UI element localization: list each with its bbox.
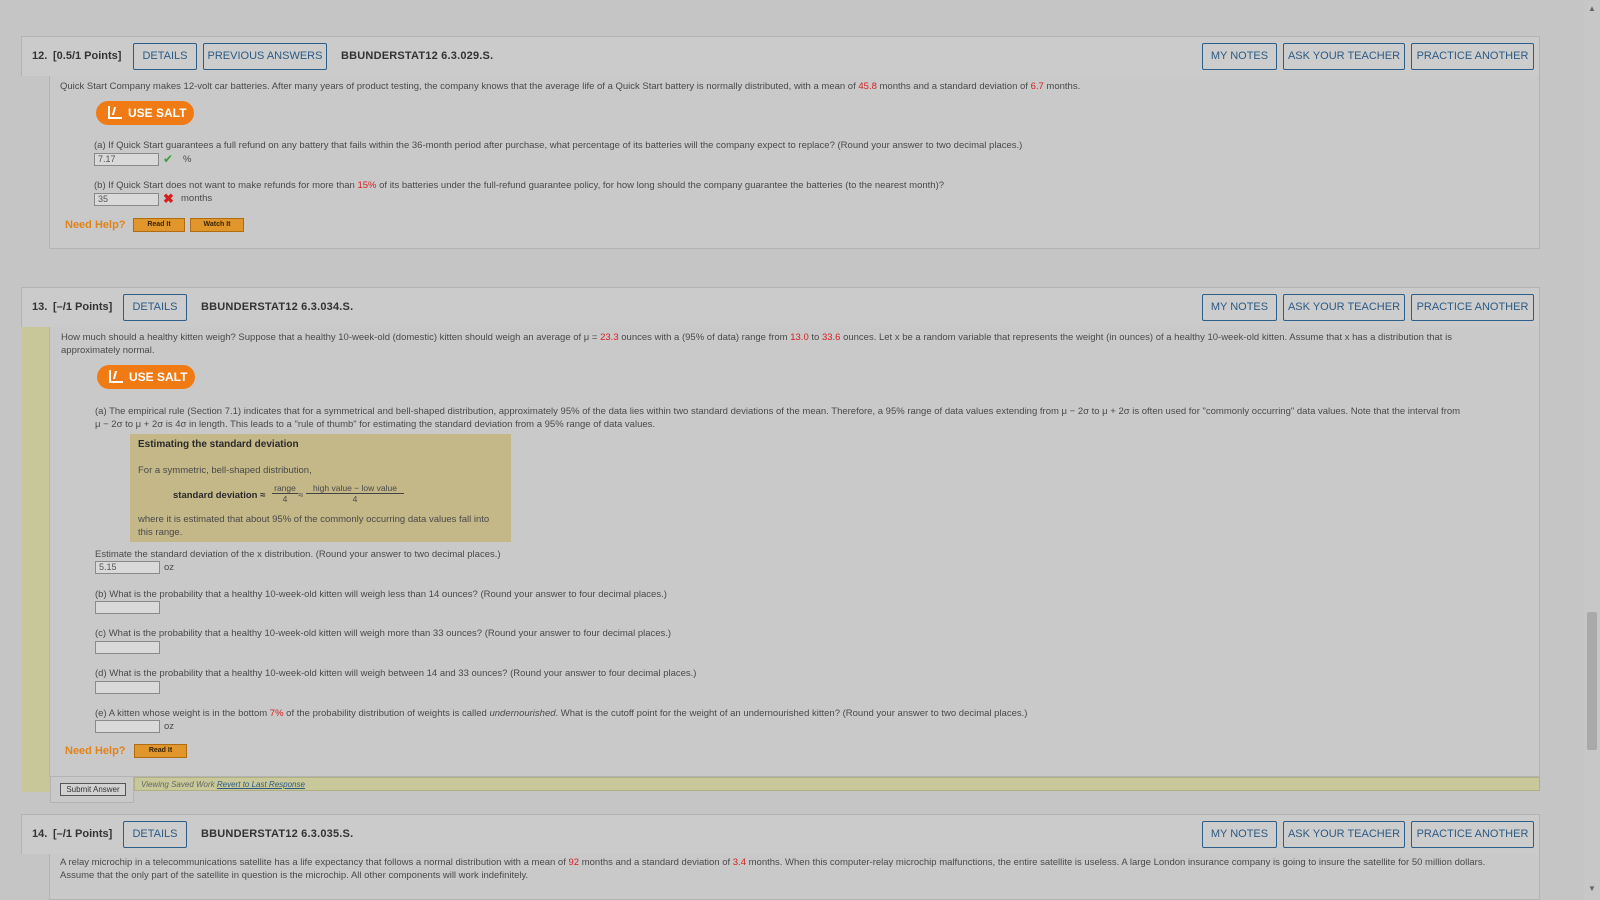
q12-code: BBUNDERSTAT12 6.3.029.S.	[341, 50, 494, 62]
q13-unit-a: oz	[164, 562, 175, 573]
scrollbar-thumb[interactable]	[1587, 612, 1597, 750]
q12-points: [0.5/1 Points]	[53, 50, 122, 62]
q14-points: [–/1 Points]	[53, 828, 113, 840]
q13-unit-e: oz	[164, 721, 175, 732]
q14-details-button[interactable]: DETAILS	[123, 821, 187, 848]
q13-left-bar	[21, 327, 50, 792]
q13-answer-b-input[interactable]	[95, 601, 160, 614]
check-icon: ✔	[163, 152, 174, 166]
box-line1: For a symmetric, bell-shaped distributio…	[138, 465, 312, 476]
q13-use-salt-button[interactable]: USE SALT	[97, 365, 195, 389]
q13-read-it-button[interactable]: Read It	[134, 744, 187, 758]
salt-icon	[109, 370, 123, 383]
revert-link[interactable]: Revert to Last Response	[217, 780, 305, 789]
q13-answer-e-input[interactable]	[95, 720, 160, 733]
q14-practice-another-button[interactable]: PRACTICE ANOTHER	[1411, 821, 1534, 848]
q12-read-it-button[interactable]: Read It	[133, 218, 185, 232]
q12-ask-teacher-button[interactable]: ASK YOUR TEACHER	[1283, 43, 1405, 70]
salt-icon	[108, 106, 122, 119]
q13-details-button[interactable]: DETAILS	[123, 294, 187, 321]
q13-header: 13. [–/1 Points] DETAILS BBUNDERSTAT12 6…	[21, 287, 1540, 327]
q13-estimate-question: Estimate the standard deviation of the x…	[95, 549, 501, 560]
estimating-sd-box: Estimating the standard deviation For a …	[130, 434, 511, 542]
box-title: Estimating the standard deviation	[138, 439, 299, 450]
q13-practice-another-button[interactable]: PRACTICE ANOTHER	[1411, 294, 1534, 321]
q13-stem: How much should a healthy kitten weigh? …	[61, 332, 1452, 356]
fraction-range: range 4	[272, 483, 298, 504]
q13-part-a: (a) The empirical rule (Section 7.1) ind…	[95, 406, 1461, 430]
q14-ask-teacher-button[interactable]: ASK YOUR TEACHER	[1283, 821, 1405, 848]
q12-need-help: Need Help?	[65, 219, 126, 231]
q12-unit-b: months	[181, 193, 213, 204]
viewing-saved-work: Viewing Saved Work Revert to Last Respon…	[141, 780, 305, 789]
q13-my-notes-button[interactable]: MY NOTES	[1202, 294, 1277, 321]
q13-points: [–/1 Points]	[53, 301, 113, 313]
q13-ask-teacher-button[interactable]: ASK YOUR TEACHER	[1283, 294, 1405, 321]
q12-body: Quick Start Company makes 12-volt car ba…	[49, 76, 1540, 249]
q13-code: BBUNDERSTAT12 6.3.034.S.	[201, 301, 354, 313]
q13-part-e: (e) A kitten whose weight is in the bott…	[95, 708, 1028, 719]
saved-work-bar: Viewing Saved Work Revert to Last Respon…	[134, 777, 1540, 791]
q13-answer-c-input[interactable]	[95, 641, 160, 654]
scroll-up-icon[interactable]: ▲	[1588, 4, 1596, 13]
q12-answer-a-input[interactable]: 7.17	[94, 153, 159, 166]
submit-answer-button[interactable]: Submit Answer	[60, 783, 126, 796]
vertical-scrollbar[interactable]: ▲ ▼	[1584, 0, 1600, 900]
q12-my-notes-button[interactable]: MY NOTES	[1202, 43, 1277, 70]
scroll-down-icon[interactable]: ▼	[1588, 884, 1596, 893]
q14-code: BBUNDERSTAT12 6.3.035.S.	[201, 828, 354, 840]
q12-stem: Quick Start Company makes 12-volt car ba…	[60, 81, 1081, 92]
box-line3: where it is estimated that about 95% of …	[138, 514, 490, 538]
q14-number: 14.	[32, 828, 48, 840]
box-approx: ≈	[298, 490, 304, 501]
q12-part-b: (b) If Quick Start does not want to make…	[94, 180, 945, 191]
q12-unit-a: %	[183, 154, 192, 165]
q14-header: 14. [–/1 Points] DETAILS BBUNDERSTAT12 6…	[21, 814, 1540, 854]
q12-use-salt-button[interactable]: USE SALT	[96, 101, 194, 125]
q14-body: A relay microchip in a telecommunication…	[49, 854, 1540, 900]
cross-icon: ✖	[163, 191, 174, 206]
q13-body: How much should a healthy kitten weigh? …	[49, 327, 1540, 777]
q12-part-a: (a) If Quick Start guarantees a full ref…	[94, 140, 1023, 151]
fraction-high-low: high value − low value 4	[306, 483, 404, 504]
q14-stem: A relay microchip in a telecommunication…	[60, 857, 1486, 881]
q12-number: 12.	[32, 50, 48, 62]
submit-area: Submit Answer	[50, 777, 134, 803]
box-sd-label: standard deviation ≈	[173, 490, 266, 501]
q13-part-c: (c) What is the probability that a healt…	[95, 628, 672, 639]
q13-need-help: Need Help?	[65, 745, 126, 757]
q12-answer-b-input[interactable]: 35	[94, 193, 159, 206]
q13-number: 13.	[32, 301, 48, 313]
q13-part-d: (d) What is the probability that a healt…	[95, 668, 697, 679]
q13-answer-a-input[interactable]: 5.15	[95, 561, 160, 574]
q14-my-notes-button[interactable]: MY NOTES	[1202, 821, 1277, 848]
q12-previous-answers-button[interactable]: PREVIOUS ANSWERS	[203, 43, 327, 70]
q13-answer-d-input[interactable]	[95, 681, 160, 694]
q12-practice-another-button[interactable]: PRACTICE ANOTHER	[1411, 43, 1534, 70]
q12-details-button[interactable]: DETAILS	[133, 43, 197, 70]
q12-watch-it-button[interactable]: Watch It	[190, 218, 244, 232]
q13-part-b: (b) What is the probability that a healt…	[95, 589, 667, 600]
q12-header: 12. [0.5/1 Points] DETAILS PREVIOUS ANSW…	[21, 36, 1540, 76]
